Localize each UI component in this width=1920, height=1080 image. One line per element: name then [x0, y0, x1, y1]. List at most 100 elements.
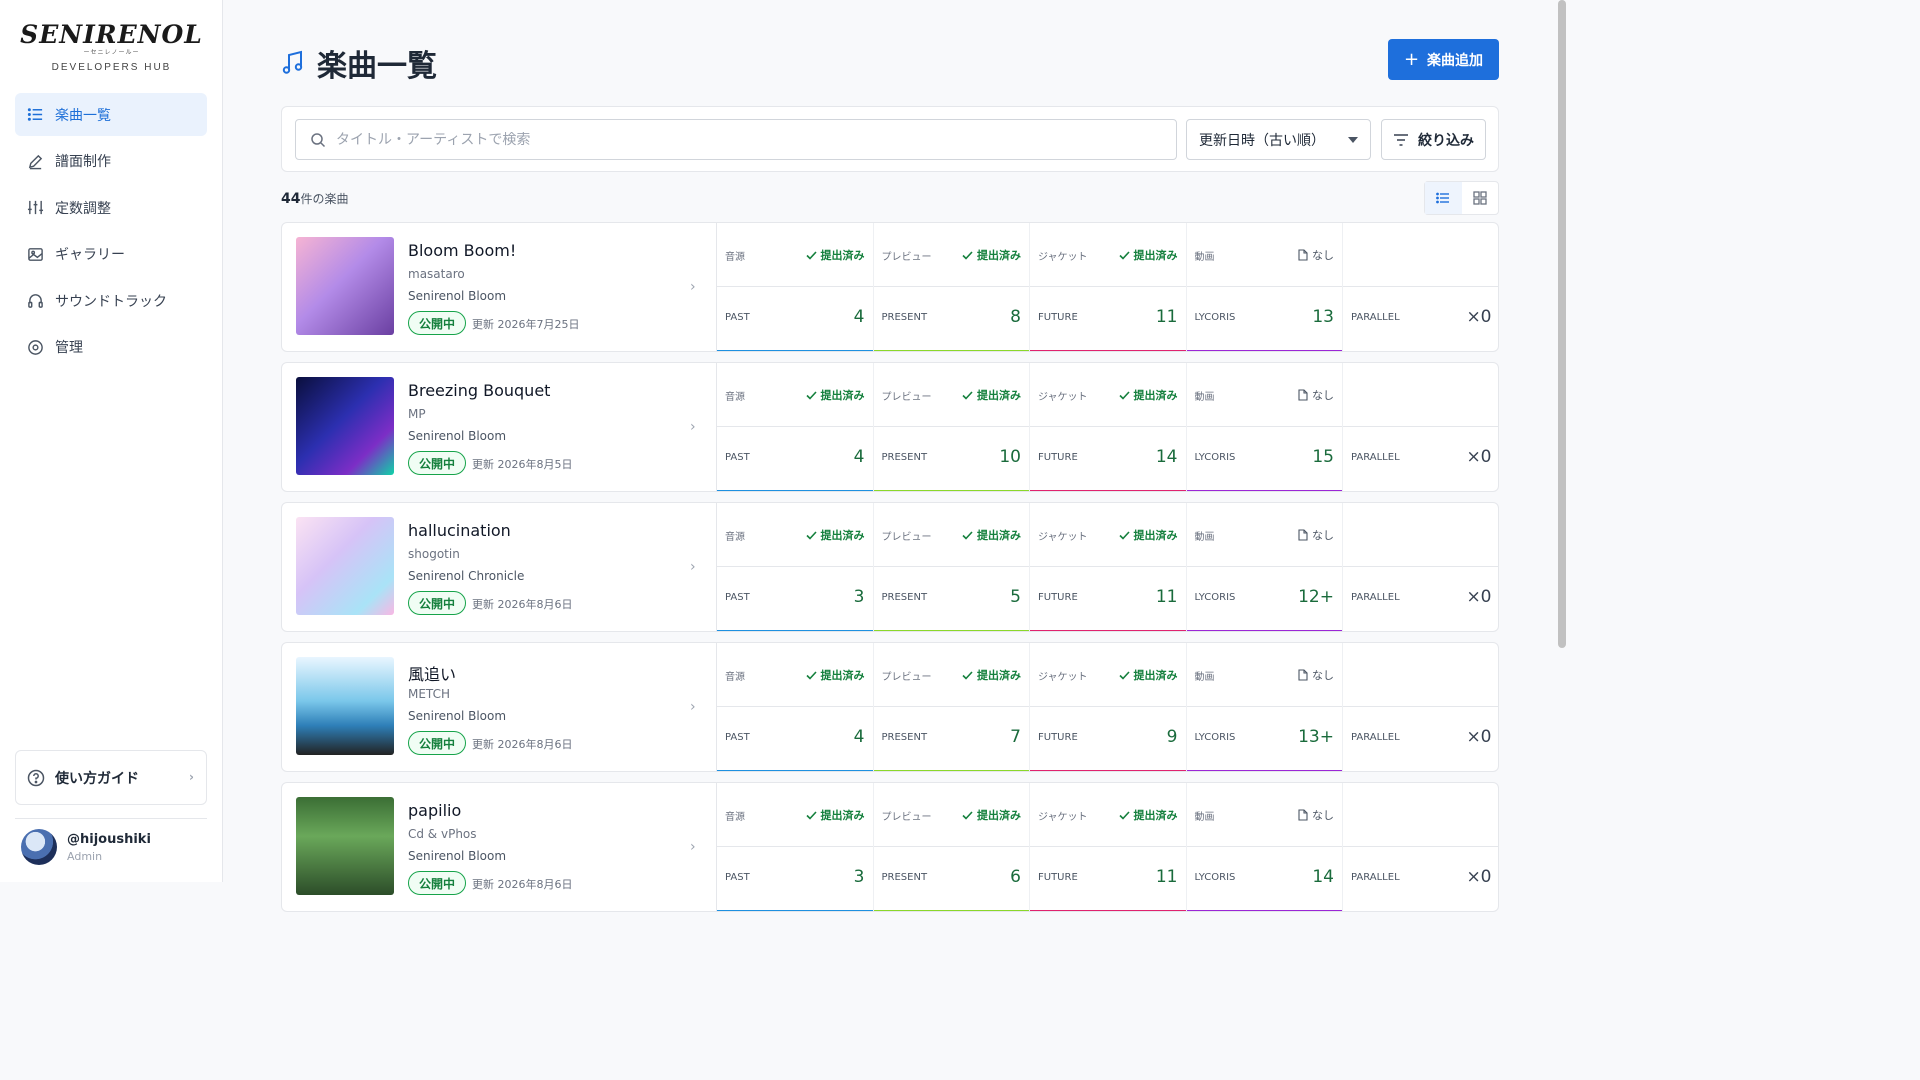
asset-label: ジャケット [1038, 392, 1088, 403]
difficulty-label: PRESENT [881, 732, 928, 743]
check-icon [805, 250, 817, 260]
asset-label: 動画 [1194, 392, 1215, 403]
check-icon [962, 390, 973, 400]
check-icon [962, 250, 973, 260]
chevron-right-icon: › [690, 279, 696, 295]
difficulty-cell: PRESENT 6 [873, 847, 1030, 911]
difficulty-level: 13 [1312, 307, 1334, 327]
help-circle-icon [27, 769, 45, 787]
asset-status: 提出済み [1118, 387, 1178, 403]
search-input[interactable] [336, 131, 1156, 148]
song-jacket-image [296, 797, 394, 895]
add-song-button[interactable]: + 楽曲追加 [1388, 39, 1499, 80]
asset-status-cell: プレビュー 提出済み [874, 363, 1030, 427]
asset-status: なし [1298, 387, 1334, 403]
difficulty-level: 14 [1155, 447, 1178, 467]
difficulty-color-bar [1030, 910, 1186, 911]
difficulty-cell: LYCORIS 13 [1186, 287, 1343, 351]
check-icon [805, 390, 817, 400]
sidebar-item-gallery[interactable]: ギャラリー [15, 233, 207, 276]
asset-label: 音源 [725, 392, 745, 403]
sidebar-item-soundtrack[interactable]: サウンドトラック [15, 279, 207, 322]
sidebar-item-songs[interactable]: 楽曲一覧 [15, 93, 207, 136]
asset-status: 提出済み [962, 527, 1021, 543]
music-note-icon [281, 50, 305, 76]
difficulty-level: 3 [853, 587, 865, 607]
asset-status-text: なし [1312, 809, 1334, 822]
asset-status-text: 提出済み [977, 249, 1021, 262]
difficulty-row: PAST 4 PRESENT 7 FUTURE 9 LYCORIS 13+ PARALLEL ×0 [716, 707, 1498, 771]
song-card[interactable]: hallucination shogotin Senirenol Chronic… [281, 502, 1499, 632]
asset-status: なし [1298, 807, 1334, 823]
difficulty-label: PARALLEL [1351, 592, 1400, 603]
asset-status-cell: 動画 なし [1187, 643, 1343, 707]
difficulty-color-bar [1030, 350, 1186, 351]
status-badge: 公開中 [408, 451, 467, 475]
song-card[interactable]: Bloom Boom! masataro Senirenol Bloom 公開中… [281, 222, 1499, 352]
difficulty-cell: FUTURE 14 [1030, 427, 1187, 491]
asset-status-text: なし [1312, 389, 1334, 402]
difficulty-level: ×0 [1466, 727, 1492, 747]
list-icon [26, 106, 44, 124]
asset-empty-cell [1343, 223, 1498, 287]
asset-status-text: 提出済み [1133, 249, 1178, 262]
song-card[interactable]: papilio Cd & vPhos Senirenol Bloom 公開中 更… [281, 782, 1499, 912]
difficulty-label: FUTURE [1038, 872, 1078, 883]
difficulty-level: 11 [1155, 587, 1178, 607]
asset-status-row: 音源 提出済み プレビュー 提出済み ジャケット 提出済み 動画 なし [716, 783, 1498, 847]
user-profile[interactable]: @hijoushiki Admin [21, 829, 151, 865]
difficulty-level: ×0 [1466, 307, 1492, 327]
difficulty-cell: FUTURE 9 [1030, 707, 1187, 771]
difficulty-color-bar [717, 630, 873, 631]
usage-guide-button[interactable]: 使い方ガイド › [15, 750, 207, 805]
asset-label: ジャケット [1038, 672, 1088, 683]
check-icon [1118, 390, 1130, 400]
difficulty-cell: FUTURE 11 [1030, 287, 1187, 351]
asset-empty-cell [1343, 503, 1498, 567]
check-icon [805, 810, 817, 820]
song-card[interactable]: 風追い METCH Senirenol Bloom 公開中 更新 2026年8月… [281, 642, 1499, 772]
song-artist: MP [408, 407, 426, 421]
grid-view-button[interactable] [1462, 182, 1499, 214]
asset-status-cell: ジャケット 提出済み [1030, 783, 1187, 847]
song-album: Senirenol Bloom [408, 289, 507, 303]
difficulty-level: 14 [1312, 867, 1334, 887]
asset-status-text: 提出済み [977, 669, 1021, 682]
search-box[interactable] [295, 119, 1177, 160]
search-icon [310, 132, 326, 148]
difficulty-cell: PAST 4 [717, 707, 874, 771]
asset-status-text: 提出済み [977, 809, 1021, 822]
brand-logo[interactable]: SENIRENOL ーセニレノールー DEVELOPERS HUB [0, 20, 223, 73]
difficulty-level: 8 [1010, 307, 1021, 327]
check-icon [805, 530, 817, 540]
asset-status: 提出済み [1118, 247, 1178, 263]
difficulty-color-bar [873, 490, 1029, 491]
asset-status-cell: プレビュー 提出済み [874, 503, 1030, 567]
asset-status-text: 提出済み [820, 249, 865, 262]
sidebar-item-admin[interactable]: 管理 [15, 326, 207, 369]
song-card[interactable]: Breezing Bouquet MP Senirenol Bloom 公開中 … [281, 362, 1499, 492]
page-scrollbar[interactable] [1558, 0, 1566, 648]
file-icon [1298, 529, 1308, 541]
difficulty-label: FUTURE [1038, 312, 1078, 323]
check-icon [1118, 530, 1130, 540]
list-view-button[interactable] [1425, 182, 1462, 214]
difficulty-color-bar [1030, 770, 1186, 771]
check-icon [1118, 810, 1130, 820]
sort-select[interactable]: 更新日時（古い順） [1186, 119, 1371, 160]
filter-button[interactable]: 絞り込み [1381, 119, 1486, 160]
difficulty-level: 4 [853, 727, 865, 747]
song-title: 風追い [408, 665, 457, 684]
check-icon [962, 670, 973, 680]
difficulty-color-bar [1186, 490, 1342, 491]
asset-status: 提出済み [805, 807, 865, 823]
asset-status-text: 提出済み [1133, 389, 1178, 402]
asset-label: 動画 [1194, 252, 1215, 263]
file-icon [1298, 249, 1308, 261]
song-jacket-image [296, 377, 394, 475]
difficulty-color-bar [1030, 630, 1186, 631]
difficulty-cell: PARALLEL ×0 [1343, 567, 1498, 631]
sidebar-item-constants[interactable]: 定数調整 [15, 186, 207, 229]
sidebar-item-charting[interactable]: 譜面制作 [15, 140, 207, 183]
song-title: hallucination [408, 521, 511, 540]
